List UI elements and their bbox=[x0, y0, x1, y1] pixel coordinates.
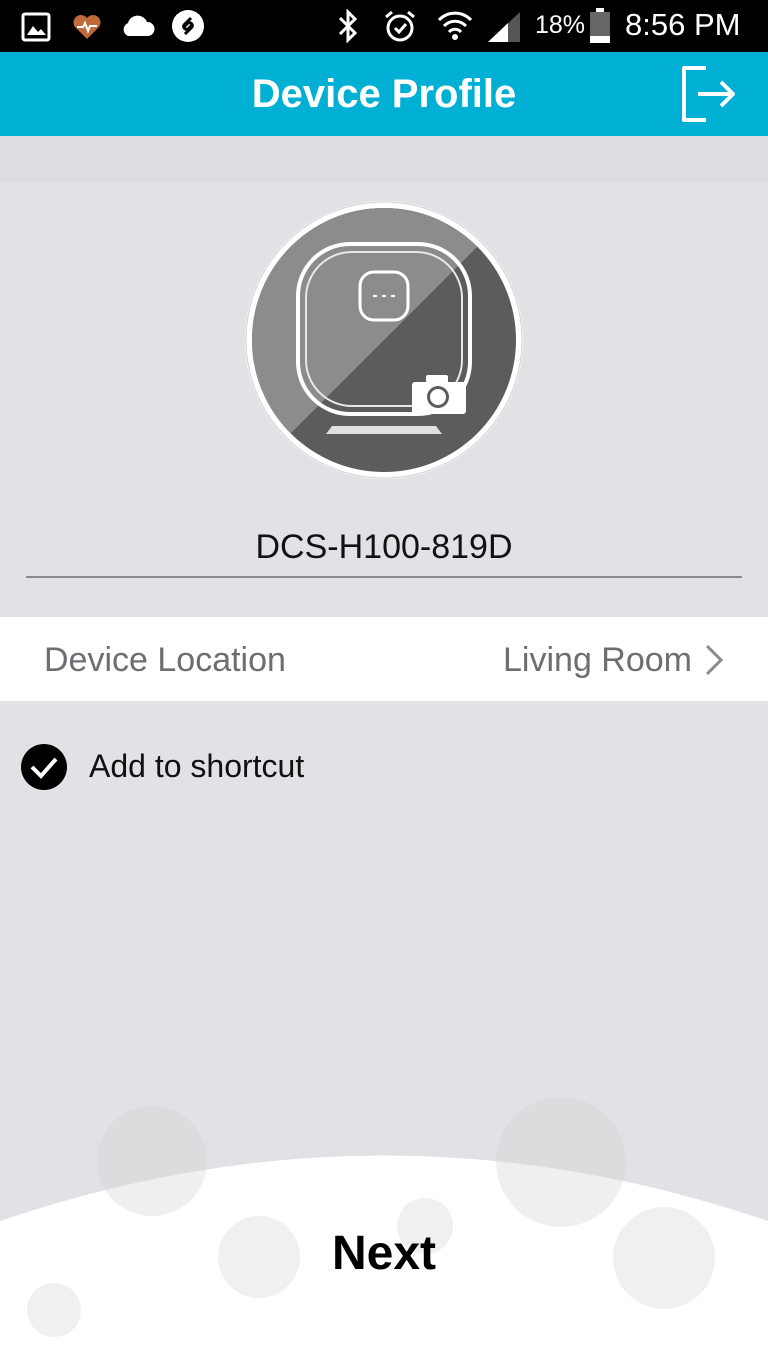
next-button[interactable]: Next bbox=[284, 1226, 484, 1292]
bubble bbox=[27, 1283, 81, 1337]
gallery-icon bbox=[21, 12, 51, 42]
health-icon bbox=[73, 15, 101, 40]
camera-device-icon bbox=[245, 201, 523, 479]
logout-button[interactable] bbox=[676, 64, 738, 124]
device-location-row[interactable]: Device Location Living Room bbox=[0, 617, 768, 701]
device-avatar[interactable] bbox=[244, 200, 524, 480]
clock: 8:56 PM bbox=[625, 7, 741, 42]
camera-icon bbox=[412, 375, 466, 414]
device-name-field[interactable]: DCS-H100-819D bbox=[26, 528, 742, 567]
battery-percent: 18% bbox=[535, 11, 586, 39]
page-title: Device Profile bbox=[251, 72, 517, 116]
signal-icon bbox=[488, 12, 520, 42]
battery-icon bbox=[590, 8, 610, 43]
bubble bbox=[613, 1207, 715, 1309]
checkmark-icon bbox=[21, 744, 67, 790]
device-name-underline bbox=[26, 576, 742, 578]
footer-decoration bbox=[0, 1097, 768, 1365]
bluetooth-icon bbox=[338, 9, 358, 43]
device-location-label: Device Location bbox=[44, 641, 286, 679]
status-bar: 18% 8:56 PM bbox=[0, 0, 768, 52]
cloud-icon bbox=[123, 15, 155, 36]
shazam-icon bbox=[172, 10, 204, 42]
logout-icon bbox=[682, 66, 735, 122]
header-band bbox=[0, 136, 768, 182]
alarm-icon bbox=[385, 10, 415, 42]
app-bar: Device Profile bbox=[0, 52, 768, 136]
add-to-shortcut-label: Add to shortcut bbox=[89, 748, 305, 784]
device-location-value: Living Room bbox=[503, 641, 692, 679]
chevron-right-icon bbox=[705, 644, 724, 676]
wifi-icon bbox=[437, 11, 473, 40]
add-to-shortcut-checkbox[interactable]: Add to shortcut bbox=[20, 742, 440, 792]
